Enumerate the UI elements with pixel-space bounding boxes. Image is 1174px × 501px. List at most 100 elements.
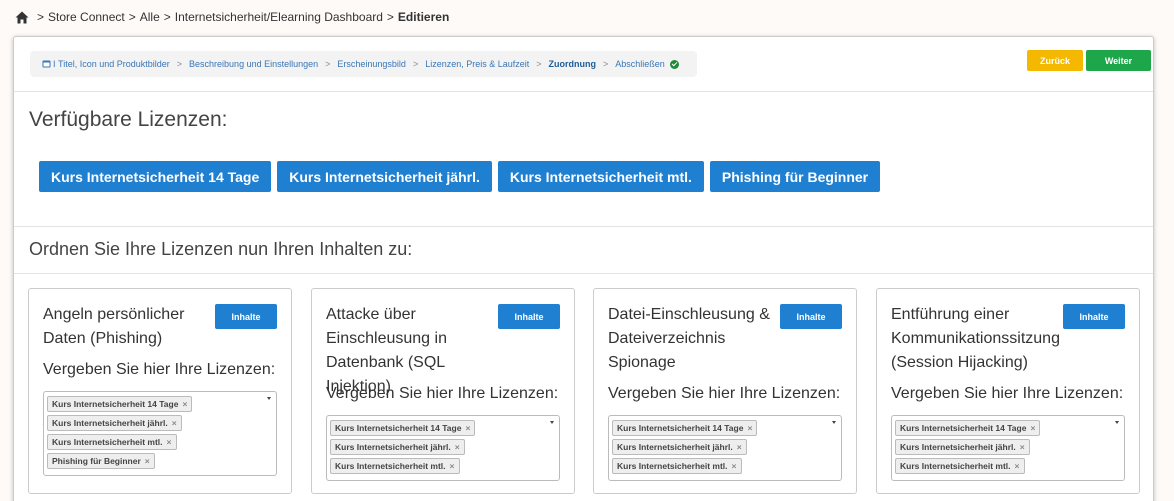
chevron-right-icon: > <box>176 59 183 69</box>
content-card: Entführung einer Kommunikationssitzung (… <box>876 288 1140 494</box>
close-icon[interactable]: × <box>1020 442 1025 452</box>
close-icon[interactable]: × <box>465 423 470 433</box>
license-tag: Kurs Internetsicherheit jährl. × <box>330 439 465 455</box>
content-button[interactable]: Inhalte <box>780 304 842 329</box>
step-zuordnung[interactable]: Zuordnung <box>549 59 596 69</box>
close-icon[interactable]: × <box>167 437 172 447</box>
check-circle-icon <box>669 59 679 69</box>
caret-down-icon[interactable] <box>1115 421 1119 424</box>
close-icon[interactable]: × <box>1030 423 1035 433</box>
license-button[interactable]: Kurs Internetsicherheit mtl. <box>497 161 704 192</box>
license-select[interactable]: Kurs Internetsicherheit 14 Tage × Kurs In… <box>43 391 277 476</box>
content-card: Datei-Einschleusung & Dateiverzeichnis S… <box>593 288 857 494</box>
back-button[interactable]: Zurück <box>1027 50 1083 71</box>
available-licenses-heading: Verfügbare Lizenzen: <box>29 108 228 131</box>
breadcrumb-separator: > <box>163 10 171 24</box>
breadcrumb-alle[interactable]: Alle <box>140 10 160 24</box>
close-icon[interactable]: × <box>145 456 150 466</box>
step-beschreibung[interactable]: Beschreibung und Einstellungen <box>189 59 318 69</box>
breadcrumb-separator: > <box>37 10 45 24</box>
chevron-right-icon: > <box>603 59 609 69</box>
tag-label: Kurs Internetsicherheit jährl. <box>617 442 733 452</box>
chevron-right-icon: > <box>536 59 542 69</box>
content-title: Angeln persönlicher Daten (Phishing) <box>43 306 185 347</box>
chevron-right-icon: > <box>412 59 419 69</box>
tag-label: Kurs Internetsicherheit 14 Tage <box>900 423 1027 433</box>
wizard-steps: I Titel, Icon und Produktbilder > Beschr… <box>30 51 697 77</box>
close-icon[interactable]: × <box>1015 461 1020 471</box>
window-icon <box>42 60 51 68</box>
step-label: Abschließen <box>615 59 665 69</box>
license-tag: Kurs Internetsicherheit jährl. × <box>47 415 182 431</box>
step-erscheinungsbild[interactable]: Erscheinungsbild <box>337 59 406 69</box>
caret-down-icon[interactable] <box>550 421 554 424</box>
available-licenses: Kurs Internetsicherheit 14 Tage Kurs Int… <box>39 161 881 192</box>
content-title: Datei-Einschleusung & Dateiverzeichnis S… <box>608 306 770 371</box>
divider <box>14 273 1153 274</box>
close-icon[interactable]: × <box>172 418 177 428</box>
license-button[interactable]: Kurs Internetsicherheit jährl. <box>277 161 492 192</box>
breadcrumb-separator: > <box>128 10 136 24</box>
license-tag: Kurs Internetsicherheit mtl. × <box>47 434 177 450</box>
license-button[interactable]: Kurs Internetsicherheit 14 Tage <box>39 161 272 192</box>
tag-label: Kurs Internetsicherheit jährl. <box>335 442 451 452</box>
step-lizenzen[interactable]: Lizenzen, Preis & Laufzeit <box>425 59 529 69</box>
step-abschliessen[interactable]: Abschließen <box>615 59 679 69</box>
divider <box>14 91 1153 92</box>
content-button[interactable]: Inhalte <box>498 304 560 329</box>
license-tag: Kurs Internetsicherheit 14 Tage × <box>895 420 1041 436</box>
license-select[interactable]: Kurs Internetsicherheit 14 Tage × Kurs In… <box>326 415 560 481</box>
assign-label: Vergeben Sie hier Ihre Lizenzen: <box>326 385 559 402</box>
tag-label: Kurs Internetsicherheit mtl. <box>617 461 728 471</box>
close-icon[interactable]: × <box>737 442 742 452</box>
breadcrumb-store-connect[interactable]: Store Connect <box>48 10 125 24</box>
license-select[interactable]: Kurs Internetsicherheit 14 Tage × Kurs In… <box>608 415 842 481</box>
caret-down-icon[interactable] <box>267 397 271 400</box>
assign-label: Vergeben Sie hier Ihre Lizenzen: <box>891 385 1124 402</box>
license-tag: Kurs Internetsicherheit 14 Tage × <box>330 420 476 436</box>
tag-label: Kurs Internetsicherheit mtl. <box>52 437 163 447</box>
caret-down-icon[interactable] <box>832 421 836 424</box>
content-card: Angeln persönlicher Daten (Phishing) Inh… <box>28 288 292 494</box>
tag-label: Phishing für Beginner <box>52 456 141 466</box>
license-tag: Kurs Internetsicherheit mtl. × <box>895 458 1025 474</box>
tag-label: Kurs Internetsicherheit 14 Tage <box>52 399 179 409</box>
breadcrumb: > Store Connect > Alle > Internetsicherh… <box>15 9 449 25</box>
content-card: Attacke über Einschleusung in Datenbank … <box>311 288 575 494</box>
assign-label: Vergeben Sie hier Ihre Lizenzen: <box>608 385 841 402</box>
license-tag: Kurs Internetsicherheit mtl. × <box>612 458 742 474</box>
step-label: Titel, Icon und Produktbilder <box>58 59 170 69</box>
chevron-right-icon: > <box>325 59 331 69</box>
next-button[interactable]: Weiter <box>1086 50 1151 71</box>
license-tag: Kurs Internetsicherheit 14 Tage × <box>612 420 758 436</box>
tag-label: Kurs Internetsicherheit jährl. <box>52 418 168 428</box>
tag-label: Kurs Internetsicherheit mtl. <box>900 461 1011 471</box>
tag-label: Kurs Internetsicherheit 14 Tage <box>617 423 744 433</box>
license-select[interactable]: Kurs Internetsicherheit 14 Tage × Kurs In… <box>891 415 1125 481</box>
main-panel: I Titel, Icon und Produktbilder > Beschr… <box>13 36 1154 501</box>
breadcrumb-separator: > <box>386 10 394 24</box>
breadcrumb-current: Editieren <box>397 10 450 24</box>
divider <box>14 226 1153 227</box>
step-titel[interactable]: I Titel, Icon und Produktbilder <box>42 59 170 69</box>
content-button[interactable]: Inhalte <box>215 304 277 329</box>
home-icon[interactable] <box>15 11 29 24</box>
license-tag: Phishing für Beginner × <box>47 453 155 469</box>
license-button[interactable]: Phishing für Beginner <box>709 161 881 192</box>
license-tag: Kurs Internetsicherheit jährl. × <box>612 439 747 455</box>
close-icon[interactable]: × <box>450 461 455 471</box>
tag-label: Kurs Internetsicherheit 14 Tage <box>335 423 462 433</box>
content-button[interactable]: Inhalte <box>1063 304 1125 329</box>
close-icon[interactable]: × <box>455 442 460 452</box>
close-icon[interactable]: × <box>182 399 187 409</box>
breadcrumb-dashboard[interactable]: Internetsicherheit/Elearning Dashboard <box>175 10 383 24</box>
license-tag: Kurs Internetsicherheit jährl. × <box>895 439 1030 455</box>
tag-label: Kurs Internetsicherheit mtl. <box>335 461 446 471</box>
close-icon[interactable]: × <box>732 461 737 471</box>
close-icon[interactable]: × <box>747 423 752 433</box>
license-tag: Kurs Internetsicherheit mtl. × <box>330 458 460 474</box>
license-tag: Kurs Internetsicherheit 14 Tage × <box>47 396 193 412</box>
content-title: Entführung einer Kommunikationssitzung (… <box>891 306 1060 371</box>
assign-heading: Ordnen Sie Ihre Lizenzen nun Ihren Inhal… <box>29 239 413 259</box>
step-label: I <box>53 59 56 69</box>
